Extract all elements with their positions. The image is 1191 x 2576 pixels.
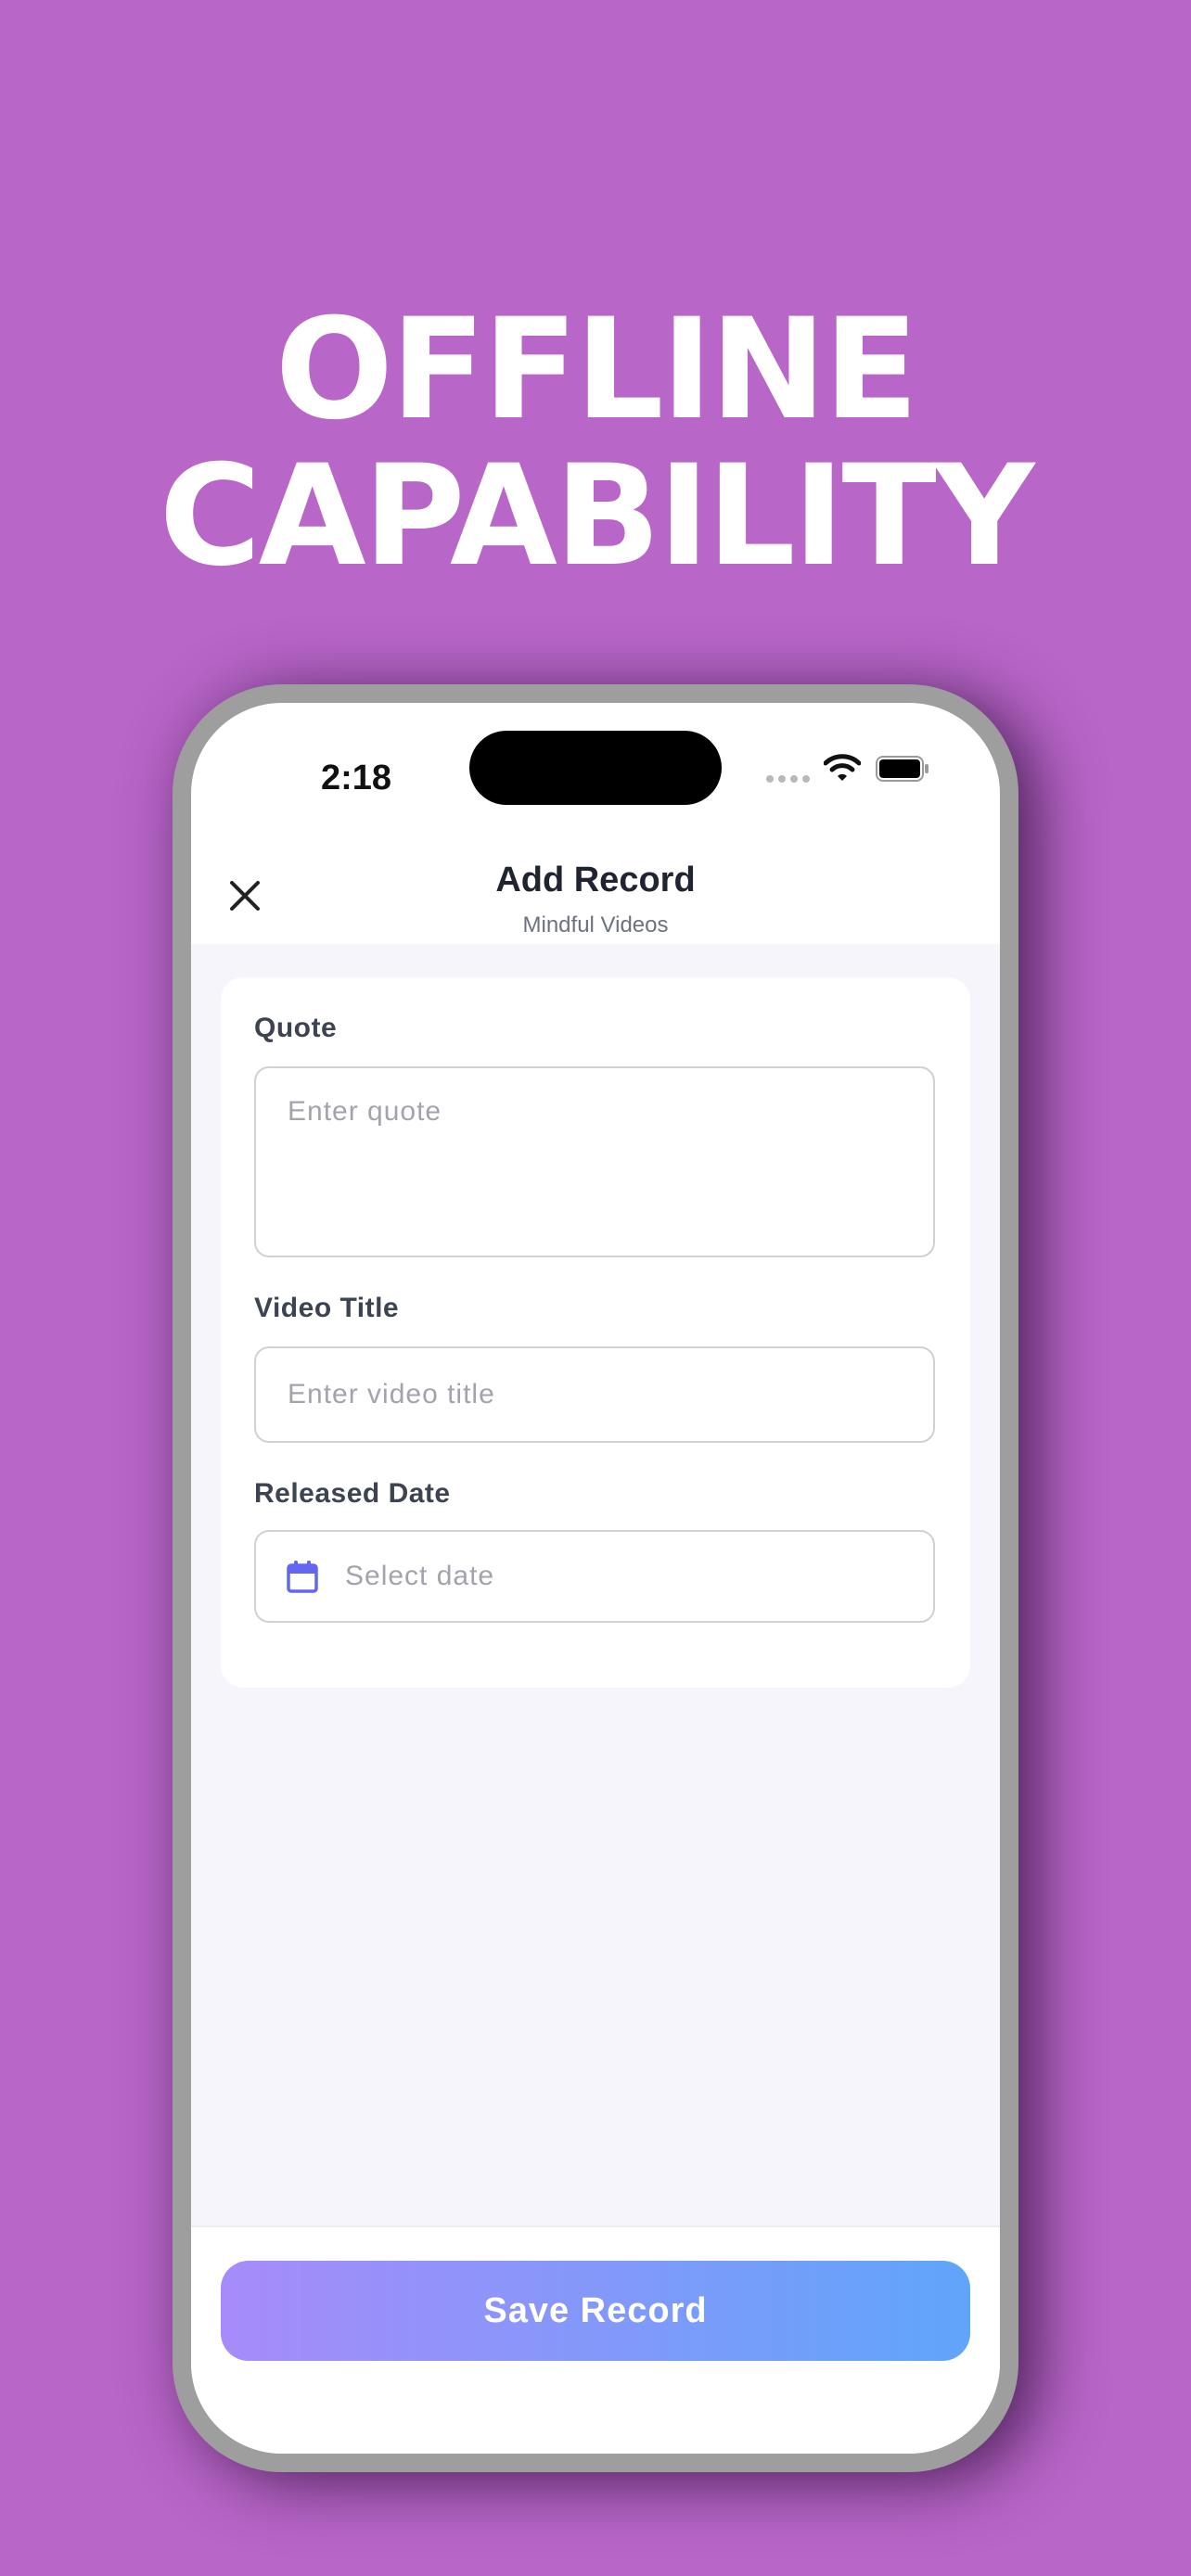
- bottom-action-bar: Save Record: [191, 2225, 1000, 2454]
- wifi-icon: [823, 753, 862, 787]
- navigation-bar: Add Record Mindful Videos: [191, 823, 1000, 944]
- headline-line-2: CAPABILITY: [159, 436, 1035, 597]
- calendar-icon: [284, 1558, 321, 1595]
- battery-icon: [876, 756, 929, 786]
- headline-line-1: OFFLINE: [275, 289, 919, 451]
- phone-screen: 2:18 Add Record Mindful Videos Quote Ent…: [191, 703, 1000, 2454]
- promo-headline: OFFLINE CAPABILITY: [0, 297, 1191, 590]
- cellular-signal-icon: [766, 775, 810, 783]
- status-time: 2:18: [321, 759, 392, 797]
- video-title-label: Video Title: [254, 1293, 400, 1323]
- form-card: Quote Video Title Released Date Selec: [221, 977, 970, 1688]
- form-content-area: Quote Video Title Released Date Selec: [191, 944, 1000, 2225]
- released-date-picker[interactable]: Select date: [254, 1530, 935, 1623]
- quote-input[interactable]: [254, 1066, 935, 1257]
- page-title: Add Record: [495, 861, 696, 899]
- dynamic-island: [469, 731, 722, 805]
- date-placeholder: Select date: [345, 1561, 495, 1591]
- page-subtitle: Mindful Videos: [522, 912, 669, 937]
- released-date-label: Released Date: [254, 1478, 451, 1509]
- phone-frame: 2:18 Add Record Mindful Videos Quote Ent…: [173, 684, 1018, 2472]
- video-title-input[interactable]: [254, 1346, 935, 1443]
- save-record-button[interactable]: Save Record: [221, 2261, 970, 2361]
- quote-label: Quote: [254, 1013, 338, 1043]
